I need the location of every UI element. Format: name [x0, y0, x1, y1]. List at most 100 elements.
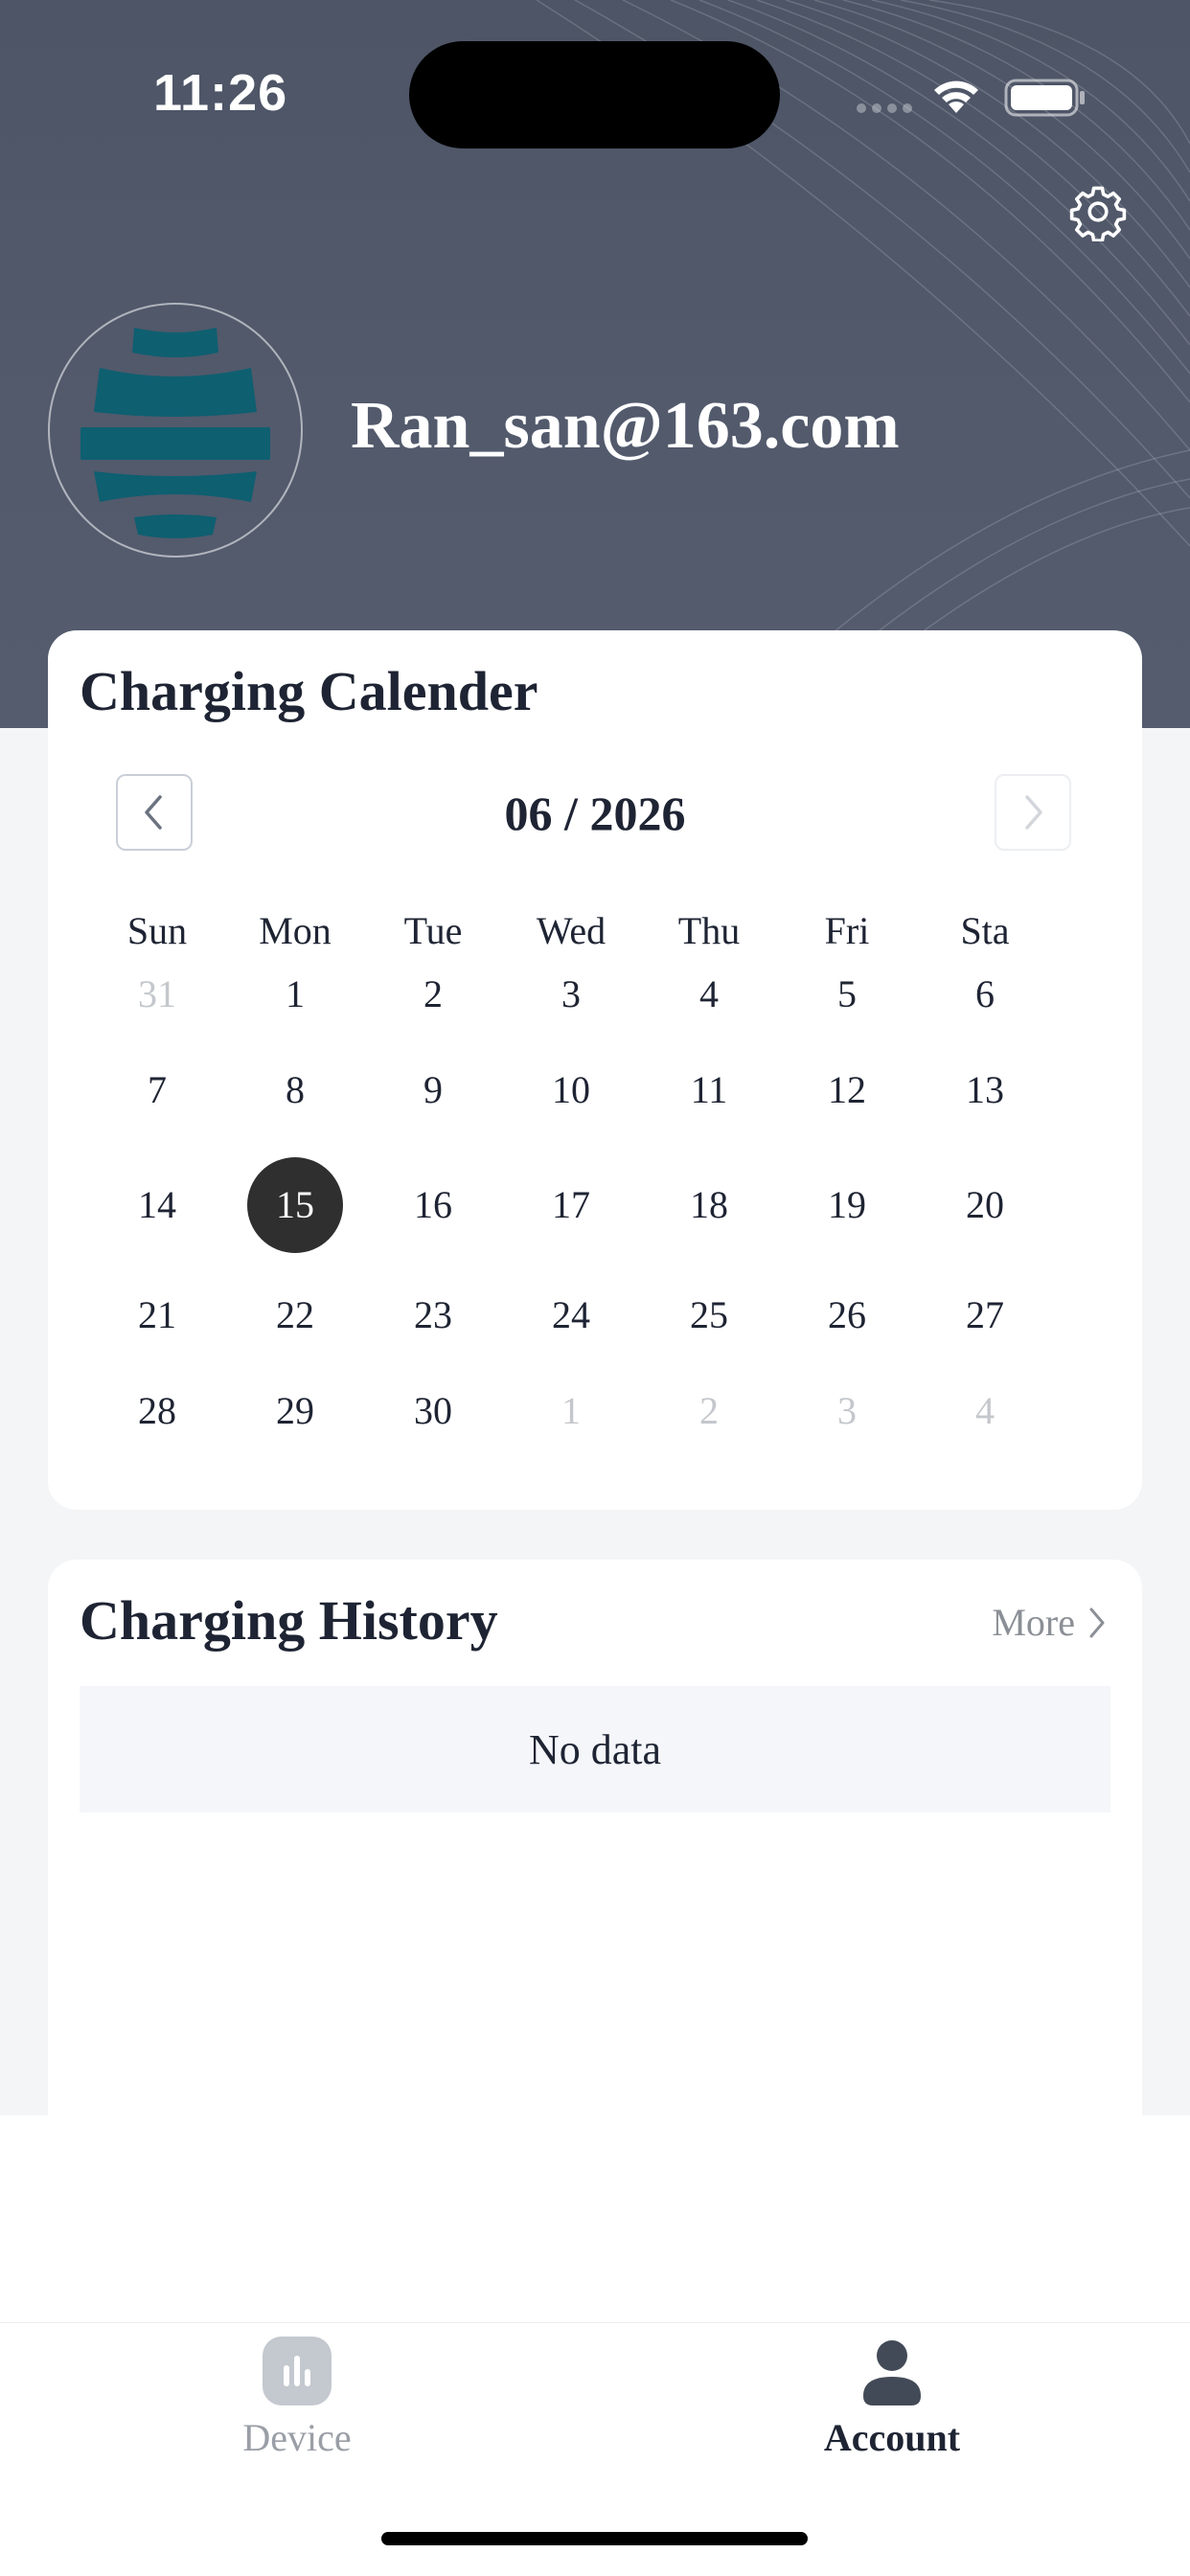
calendar-day[interactable]: 24 [502, 1277, 640, 1354]
calendar-day-number: 16 [414, 1183, 452, 1226]
weekday-label: Thu [677, 909, 741, 952]
calendar-day-number: 18 [690, 1183, 728, 1226]
calendar-day[interactable]: 2 [364, 956, 502, 1033]
calendar-day[interactable]: 28 [88, 1373, 226, 1449]
calendar-day-number: 20 [966, 1183, 1004, 1226]
calendar-day[interactable]: 5 [778, 956, 916, 1033]
calendar-day-number: 7 [148, 1068, 167, 1111]
calendar-day-number: 26 [828, 1293, 866, 1336]
calendar-day-number: 2 [699, 1389, 719, 1432]
calendar-day[interactable]: 3 [778, 1373, 916, 1449]
calendar-day[interactable]: 1 [226, 956, 364, 1033]
calendar-day-number: 8 [286, 1068, 305, 1111]
calendar-week-row: 14 15 16 17 18 19 20 [88, 1157, 1054, 1253]
globe-logo-icon [80, 328, 270, 538]
chevron-right-icon [1025, 795, 1042, 830]
calendar-day[interactable]: 11 [640, 1052, 778, 1128]
more-label: More [992, 1601, 1075, 1644]
calendar-week-row: 7 8 9 10 11 12 13 [88, 1052, 1054, 1128]
calendar-day-number: 4 [699, 972, 719, 1015]
calendar-day-number: 24 [552, 1293, 590, 1336]
tab-account-label: Account [823, 2416, 961, 2459]
charging-calendar-card: Charging Calender 06 / 2026 Sun Mon Tue … [48, 630, 1142, 1510]
calendar-day[interactable]: 17 [502, 1157, 640, 1253]
calendar-day-number: 6 [975, 972, 995, 1015]
calendar-day[interactable]: 26 [778, 1277, 916, 1354]
weekday-label: Sun [126, 909, 188, 952]
weekday-header: Sun Mon Tue Wed Thu Fri Sta [88, 908, 1054, 953]
more-link[interactable]: More [992, 1600, 1108, 1645]
tab-device-label: Device [242, 2416, 352, 2459]
gear-icon[interactable] [1068, 182, 1128, 241]
calendar-day-number: 3 [561, 972, 581, 1015]
calendar-day-number: 3 [837, 1389, 857, 1432]
tab-device[interactable]: Device [153, 2337, 441, 2460]
calendar-day-number: 13 [966, 1068, 1004, 1111]
calendar-day-number: 1 [561, 1389, 581, 1432]
calendar-day[interactable]: 7 [88, 1052, 226, 1128]
calendar-day[interactable]: 6 [916, 956, 1054, 1033]
calendar-day-number: 29 [276, 1389, 314, 1432]
status-time: 11:26 [153, 64, 288, 122]
person-icon [863, 2340, 921, 2405]
home-indicator[interactable] [381, 2532, 808, 2545]
next-month-button[interactable] [995, 774, 1071, 851]
calendar-day[interactable]: 30 [364, 1373, 502, 1449]
calendar-day[interactable]: 13 [916, 1052, 1054, 1128]
calendar-day[interactable]: 12 [778, 1052, 916, 1128]
calendar-day-number: 12 [828, 1068, 866, 1111]
calendar-day-number: 15 [247, 1157, 343, 1253]
calendar-day-number: 28 [138, 1389, 176, 1432]
calendar-day[interactable]: 23 [364, 1277, 502, 1354]
calendar-day[interactable]: 8 [226, 1052, 364, 1128]
calendar-week-row: 31 1 2 3 4 5 6 [88, 956, 1054, 1033]
calendar-day[interactable]: 16 [364, 1157, 502, 1253]
calendar-day[interactable]: 2 [640, 1373, 778, 1449]
calendar-day-number: 25 [690, 1293, 728, 1336]
cellular-signal-icon [857, 103, 912, 113]
calendar-day-number: 5 [837, 972, 857, 1015]
calendar-day-number: 10 [552, 1068, 590, 1111]
empty-state-text: No data [528, 1725, 662, 1773]
battery-icon [1004, 79, 1085, 117]
month-label: 06 / 2026 [504, 786, 686, 840]
calendar-day[interactable]: 18 [640, 1157, 778, 1253]
calendar-day-number: 14 [138, 1183, 176, 1226]
weekday-label: Wed [536, 909, 606, 952]
calendar-day[interactable]: 21 [88, 1277, 226, 1354]
calendar-day-number: 17 [552, 1183, 590, 1226]
empty-state: No data [80, 1686, 1110, 1812]
username: Ran_san@163.com [351, 389, 900, 463]
calendar-week-row: 21 22 23 24 25 26 27 [88, 1277, 1054, 1354]
weekday-label: Mon [259, 909, 332, 952]
calendar-day-number: 30 [414, 1389, 452, 1432]
calendar-day[interactable]: 27 [916, 1277, 1054, 1354]
calendar-title: Charging Calender [80, 660, 538, 722]
calendar-day[interactable]: 31 [88, 956, 226, 1033]
calendar-day[interactable]: 3 [502, 956, 640, 1033]
calendar-day[interactable]: 25 [640, 1277, 778, 1354]
calendar-day-number: 1 [286, 972, 305, 1015]
calendar-day[interactable]: 20 [916, 1157, 1054, 1253]
calendar-day[interactable]: 14 [88, 1157, 226, 1253]
calendar-day[interactable]: 19 [778, 1157, 916, 1253]
bar-chart-icon [263, 2337, 332, 2405]
calendar-day[interactable]: 22 [226, 1277, 364, 1354]
tab-account[interactable]: Account [748, 2337, 1036, 2460]
calendar-day[interactable]: 4 [640, 956, 778, 1033]
avatar[interactable] [48, 303, 303, 558]
calendar-day-selected[interactable]: 15 [226, 1157, 364, 1253]
calendar-day[interactable]: 29 [226, 1373, 364, 1449]
calendar-day-number: 22 [276, 1293, 314, 1336]
calendar-day-number: 4 [975, 1389, 995, 1432]
calendar-day[interactable]: 9 [364, 1052, 502, 1128]
calendar-day-number: 27 [966, 1293, 1004, 1336]
wifi-icon [934, 80, 978, 113]
weekday-label: Sta [960, 909, 1010, 952]
calendar-day[interactable]: 1 [502, 1373, 640, 1449]
calendar-week-row: 28 29 30 1 2 3 4 [88, 1373, 1054, 1449]
calendar-day[interactable]: 4 [916, 1373, 1054, 1449]
profile-header: 11:26 Ran_san@163.com [0, 0, 1190, 728]
weekday-label: Tue [403, 909, 463, 952]
calendar-day[interactable]: 10 [502, 1052, 640, 1128]
